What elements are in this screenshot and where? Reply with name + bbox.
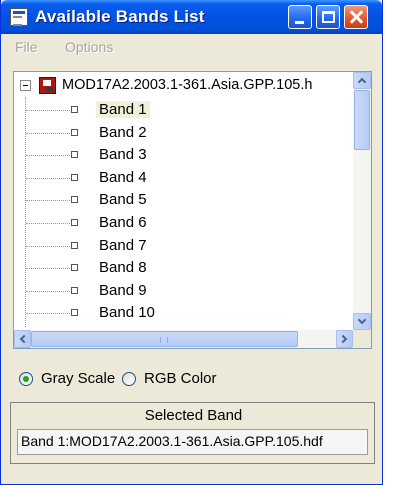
- band-leaf-icon: [71, 151, 78, 159]
- title-bar[interactable]: Available Bands List: [1, 0, 382, 34]
- tree-band-item[interactable]: Band 1: [14, 99, 353, 121]
- scroll-up-button[interactable]: [353, 72, 371, 89]
- chevron-right-icon: [338, 334, 348, 344]
- tree-root-node[interactable]: MOD17A2.2003.1-361.Asia.GPP.105.h: [14, 77, 353, 97]
- band-label[interactable]: Band 5: [96, 191, 150, 208]
- app-icon[interactable]: [10, 8, 28, 26]
- tree-connector-line: [26, 132, 70, 134]
- tree-band-item[interactable]: Band 8: [14, 257, 353, 279]
- band-tree-view[interactable]: MOD17A2.2003.1-361.Asia.GPP.105.h Band 1…: [13, 71, 372, 349]
- band-label[interactable]: Band 3: [96, 146, 150, 163]
- tree-connector-line: [26, 223, 70, 224]
- selected-band-title: Selected Band: [144, 407, 243, 424]
- vertical-scroll-thumb[interactable]: [354, 90, 370, 150]
- rgb-color-label[interactable]: RGB Color: [144, 370, 217, 387]
- band-leaf-icon: [71, 196, 78, 204]
- tree-band-item[interactable]: Band 9: [14, 280, 353, 302]
- tree-root-label: MOD17A2.2003.1-361.Asia.GPP.105.h: [62, 77, 313, 93]
- close-button[interactable]: [344, 5, 368, 29]
- band-label[interactable]: Band 2: [96, 124, 150, 141]
- band-leaf-icon: [71, 241, 78, 249]
- tree-connector-line: [26, 155, 70, 157]
- band-leaf-icon: [71, 286, 78, 294]
- band-label[interactable]: Band 6: [96, 214, 150, 231]
- tree-connector-line: [26, 290, 70, 292]
- window-title: Available Bands List: [35, 7, 205, 26]
- band-leaf-icon: [71, 128, 78, 136]
- gray-scale-label[interactable]: Gray Scale: [41, 370, 115, 387]
- band-label[interactable]: Band 10: [96, 304, 158, 321]
- hdf-file-icon: [39, 77, 56, 94]
- band-label[interactable]: Band 7: [96, 237, 150, 254]
- tree-connector-line: [26, 268, 70, 270]
- band-leaf-icon: [71, 219, 78, 226]
- tree-content: MOD17A2.2003.1-361.Asia.GPP.105.h Band 1…: [14, 72, 353, 330]
- color-mode-group: Gray Scale RGB Color: [19, 369, 369, 389]
- grip-icon: [160, 337, 168, 343]
- scroll-down-button[interactable]: [353, 313, 371, 330]
- gray-scale-radio[interactable]: [19, 372, 33, 386]
- maximize-button[interactable]: [316, 5, 340, 29]
- tree-band-item[interactable]: Band 2: [14, 122, 353, 144]
- chevron-up-icon: [357, 77, 367, 87]
- band-leaf-icon: [71, 173, 78, 181]
- tree-band-item[interactable]: Band 7: [14, 235, 353, 257]
- maximize-icon: [322, 11, 335, 23]
- scroll-left-button[interactable]: [14, 330, 31, 348]
- vertical-scrollbar[interactable]: [353, 72, 371, 330]
- menu-file[interactable]: File: [15, 39, 38, 55]
- band-label[interactable]: Band 9: [96, 282, 150, 299]
- tree-connector-line: [26, 177, 70, 179]
- collapse-icon[interactable]: [20, 80, 31, 91]
- menu-options[interactable]: Options: [65, 39, 113, 55]
- horizontal-scrollbar[interactable]: [14, 330, 353, 348]
- band-label[interactable]: Band 1: [96, 101, 150, 118]
- chevron-left-icon: [19, 334, 29, 344]
- selected-band-group: Selected Band Band 1:MOD17A2.2003.1-361.…: [10, 402, 375, 464]
- minimize-icon: [295, 21, 304, 24]
- tree-band-item[interactable]: Band 4: [14, 167, 353, 189]
- band-leaf-icon: [71, 106, 78, 113]
- band-label[interactable]: Band 8: [96, 259, 150, 276]
- tree-band-item[interactable]: Band 3: [14, 144, 353, 166]
- chevron-down-icon: [357, 315, 367, 325]
- tree-connector-line: [26, 313, 70, 315]
- tree-connector-line: [26, 110, 70, 111]
- selected-band-field[interactable]: Band 1:MOD17A2.2003.1-361.Asia.GPP.105.h…: [17, 429, 368, 455]
- tree-connector-line: [26, 245, 70, 247]
- rgb-color-radio[interactable]: [122, 372, 136, 386]
- scroll-right-button[interactable]: [336, 330, 353, 348]
- scrollbar-corner: [353, 330, 371, 348]
- band-leaf-icon: [71, 264, 78, 272]
- tree-band-item[interactable]: Band 6: [14, 212, 353, 234]
- horizontal-scroll-thumb[interactable]: [31, 331, 298, 347]
- available-bands-window: Available Bands List File Options MOD17A…: [0, 0, 383, 485]
- tree-connector-line: [26, 200, 70, 202]
- tree-band-item[interactable]: Band 5: [14, 189, 353, 211]
- band-label[interactable]: Band 4: [96, 169, 150, 186]
- close-icon: [345, 6, 367, 28]
- band-leaf-icon: [71, 309, 78, 317]
- tree-band-item[interactable]: Band 10: [14, 302, 353, 324]
- minimize-button[interactable]: [288, 5, 312, 29]
- menu-bar: File Options: [1, 36, 382, 58]
